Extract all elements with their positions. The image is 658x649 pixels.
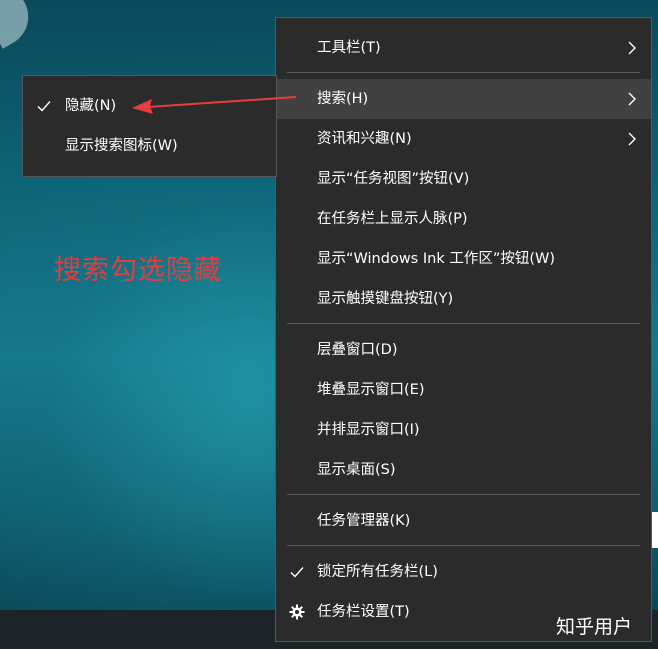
menu-item-label: 隐藏(N) bbox=[65, 98, 117, 114]
annotation-text: 搜索勾选隐藏 bbox=[54, 255, 222, 286]
menu-item-label: 堆叠显示窗口(E) bbox=[317, 382, 425, 398]
menu-item-cascade-windows[interactable]: 层叠窗口(D) bbox=[276, 330, 651, 370]
menu-separator bbox=[287, 72, 640, 73]
checkmark-icon bbox=[34, 86, 54, 126]
menu-item-label: 并排显示窗口(I) bbox=[317, 422, 420, 438]
submenu-item-hidden[interactable]: 隐藏(N) bbox=[23, 86, 276, 126]
menu-item-show-people[interactable]: 在任务栏上显示人脉(P) bbox=[276, 199, 651, 239]
menu-item-label: 显示桌面(S) bbox=[317, 462, 396, 478]
desktop-object bbox=[0, 0, 40, 49]
menu-item-search[interactable]: 搜索(H) bbox=[276, 79, 651, 119]
menu-item-label: 任务管理器(K) bbox=[317, 513, 411, 529]
menu-item-news-interests[interactable]: 资讯和兴趣(N) bbox=[276, 119, 651, 159]
gear-icon bbox=[287, 592, 307, 632]
menu-item-label: 工具栏(T) bbox=[317, 40, 381, 56]
watermark: 知乎用户 bbox=[556, 616, 633, 638]
menu-item-label: 任务栏设置(T) bbox=[317, 604, 410, 620]
menu-item-label: 搜索(H) bbox=[317, 91, 369, 107]
search-submenu: 隐藏(N) 显示搜索图标(W) bbox=[22, 75, 277, 177]
menu-item-label: 层叠窗口(D) bbox=[317, 342, 398, 358]
menu-item-stack-windows[interactable]: 堆叠显示窗口(E) bbox=[276, 370, 651, 410]
menu-item-lock-taskbars[interactable]: 锁定所有任务栏(L) bbox=[276, 552, 651, 592]
menu-item-windows-ink-button[interactable]: 显示“Windows Ink 工作区”按钮(W) bbox=[276, 239, 651, 279]
menu-separator bbox=[287, 323, 640, 324]
menu-item-touch-keyboard-button[interactable]: 显示触摸键盘按钮(Y) bbox=[276, 279, 651, 319]
menu-item-toolbars[interactable]: 工具栏(T) bbox=[276, 28, 651, 68]
chevron-right-icon bbox=[625, 28, 639, 68]
checkmark-icon bbox=[287, 552, 307, 592]
menu-item-side-by-side-windows[interactable]: 并排显示窗口(I) bbox=[276, 410, 651, 450]
menu-item-task-manager[interactable]: 任务管理器(K) bbox=[276, 501, 651, 541]
chevron-right-icon bbox=[625, 119, 639, 159]
menu-item-label: 锁定所有任务栏(L) bbox=[317, 564, 438, 580]
submenu-item-show-search-icon[interactable]: 显示搜索图标(W) bbox=[23, 126, 276, 166]
taskbar-context-menu: 工具栏(T) 搜索(H) 资讯和兴趣(N) 显示“任务视图”按钮(V) 在任务栏… bbox=[275, 17, 652, 642]
menu-item-label: 资讯和兴趣(N) bbox=[317, 131, 412, 147]
menu-separator bbox=[287, 545, 640, 546]
menu-item-label: 显示“任务视图”按钮(V) bbox=[317, 171, 470, 187]
menu-item-show-desktop[interactable]: 显示桌面(S) bbox=[276, 450, 651, 490]
menu-item-label: 显示“Windows Ink 工作区”按钮(W) bbox=[317, 251, 555, 267]
menu-separator bbox=[287, 494, 640, 495]
chevron-right-icon bbox=[625, 79, 639, 119]
menu-item-label: 在任务栏上显示人脉(P) bbox=[317, 211, 468, 227]
menu-item-label: 显示触摸键盘按钮(Y) bbox=[317, 291, 454, 307]
menu-item-label: 显示搜索图标(W) bbox=[65, 138, 178, 154]
menu-item-task-view-button[interactable]: 显示“任务视图”按钮(V) bbox=[276, 159, 651, 199]
